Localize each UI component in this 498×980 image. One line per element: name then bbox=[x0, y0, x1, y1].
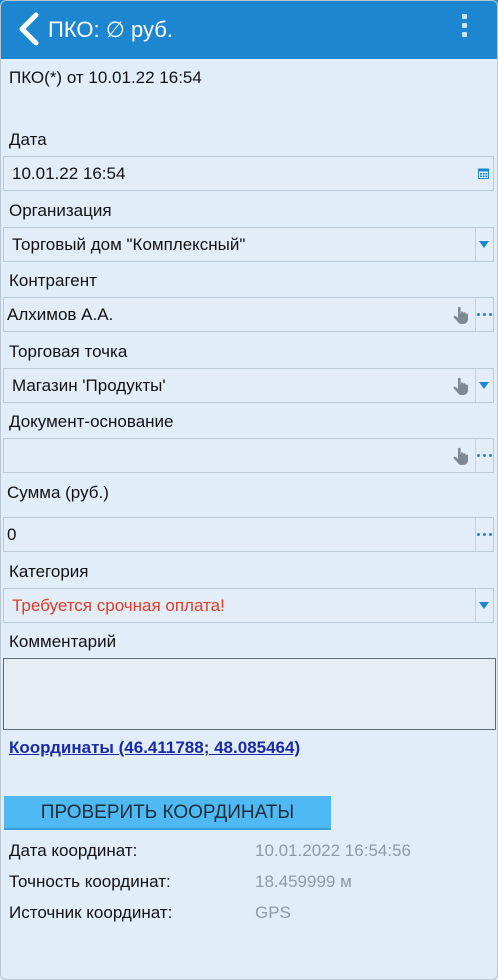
organization-value: Торговый дом "Комплексный" bbox=[12, 235, 246, 254]
date-value: 10.01.22 16:54 bbox=[12, 164, 126, 183]
overflow-menu-icon[interactable] bbox=[456, 14, 472, 44]
more-dots-icon[interactable] bbox=[476, 298, 493, 331]
chevron-down-icon[interactable] bbox=[476, 228, 493, 261]
category-select[interactable]: Требуется срочная оплата! bbox=[3, 588, 494, 623]
base-document-label: Документ-основание bbox=[9, 412, 174, 431]
coordinates-source-label: Источник координат: bbox=[9, 903, 173, 922]
base-document-field[interactable] bbox=[3, 438, 494, 473]
chevron-down-icon[interactable] bbox=[476, 369, 493, 402]
comment-label: Комментарий bbox=[9, 632, 117, 651]
app-bar: ПКО: ∅ руб. bbox=[0, 0, 498, 59]
chevron-left-icon[interactable] bbox=[16, 12, 42, 46]
counterparty-label: Контрагент bbox=[9, 271, 97, 290]
amount-value: 0 bbox=[7, 525, 17, 544]
date-field[interactable]: 10.01.22 16:54 bbox=[3, 156, 494, 191]
calendar-icon[interactable] bbox=[478, 168, 489, 179]
organization-label: Организация bbox=[9, 201, 112, 220]
more-dots-icon[interactable] bbox=[476, 518, 493, 551]
document-title: ПКО(*) от 10.01.22 16:54 bbox=[9, 68, 202, 87]
coordinates-accuracy-label: Точность координат: bbox=[9, 872, 171, 891]
amount-field[interactable]: 0 bbox=[3, 517, 494, 552]
date-label: Дата bbox=[9, 130, 47, 149]
counterparty-value: Алхимов А.А. bbox=[7, 305, 114, 324]
tap-hand-icon[interactable] bbox=[451, 305, 471, 325]
coordinates-link[interactable]: Координаты (46.411788; 48.085464) bbox=[9, 737, 300, 759]
category-value: Требуется срочная оплата! bbox=[12, 596, 225, 615]
category-label: Категория bbox=[9, 562, 89, 581]
comment-textarea[interactable] bbox=[3, 658, 496, 730]
coordinates-date-value: 10.01.2022 16:54:56 bbox=[255, 841, 411, 860]
tap-hand-icon[interactable] bbox=[451, 446, 471, 466]
more-dots-icon[interactable] bbox=[476, 439, 493, 472]
outlet-value: Магазин 'Продукты' bbox=[12, 376, 166, 395]
amount-label: Сумма (руб.) bbox=[7, 483, 109, 502]
check-coordinates-button[interactable]: ПРОВЕРИТЬ КООРДИНАТЫ bbox=[4, 796, 331, 830]
chevron-down-icon[interactable] bbox=[476, 589, 493, 622]
coordinates-accuracy-value: 18.459999 м bbox=[255, 872, 352, 891]
screen-title: ПКО: ∅ руб. bbox=[48, 17, 173, 42]
organization-select[interactable]: Торговый дом "Комплексный" bbox=[3, 227, 494, 262]
outlet-select[interactable]: Магазин 'Продукты' bbox=[3, 368, 494, 403]
coordinates-date-label: Дата координат: bbox=[9, 841, 138, 860]
coordinates-source-value: GPS bbox=[255, 903, 291, 922]
counterparty-field[interactable]: Алхимов А.А. bbox=[3, 297, 494, 332]
tap-hand-icon[interactable] bbox=[451, 376, 471, 396]
outlet-label: Торговая точка bbox=[9, 342, 128, 361]
